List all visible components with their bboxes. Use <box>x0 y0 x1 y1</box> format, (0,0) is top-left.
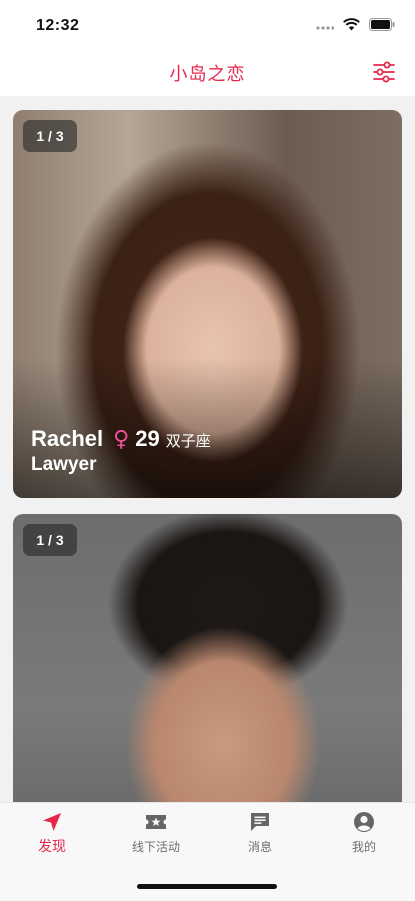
tab-me[interactable]: 我的 <box>324 811 404 855</box>
tab-offline-events[interactable]: 线下活动 <box>116 811 196 855</box>
discover-feed[interactable]: 1 / 3 Rachel ♀ 29 双子座 Lawyer 1 / 3 <box>0 96 415 802</box>
battery-icon <box>369 18 395 31</box>
sliders-icon <box>373 61 395 83</box>
filter-button[interactable] <box>371 59 397 85</box>
home-indicator <box>137 884 277 889</box>
tab-label: 消息 <box>247 840 272 854</box>
profile-card[interactable]: 1 / 3 Rachel ♀ 29 双子座 Lawyer <box>13 110 402 498</box>
user-circle-icon <box>354 812 374 832</box>
ticket-star-icon <box>146 815 166 829</box>
profile-card[interactable]: 1 / 3 <box>13 514 402 802</box>
signal-icon <box>316 25 334 30</box>
profile-job: Lawyer <box>31 454 97 475</box>
photo-counter: 1 / 3 <box>23 120 77 152</box>
profile-name: Rachel <box>31 426 104 451</box>
tab-messages[interactable]: 消息 <box>220 811 300 855</box>
status-time: 12:32 <box>36 17 80 34</box>
tab-label: 我的 <box>351 840 376 854</box>
tab-discover[interactable]: 发现 <box>12 811 92 856</box>
status-bar: 12:32 <box>0 0 415 50</box>
chat-bubble-icon <box>251 813 269 831</box>
wifi-icon <box>343 18 360 31</box>
profile-age: 29 <box>135 426 160 451</box>
profile-zodiac: 双子座 <box>165 433 211 450</box>
profile-info: Rachel ♀ 29 双子座 Lawyer <box>31 426 211 476</box>
tab-label: 线下活动 <box>131 840 180 854</box>
location-arrow-icon <box>43 813 61 831</box>
app-title: 小岛之恋 <box>169 64 246 84</box>
nav-bar: 小岛之恋 <box>0 50 415 96</box>
photo-counter: 1 / 3 <box>23 524 77 556</box>
tab-label: 发现 <box>38 838 66 854</box>
female-icon: ♀ <box>113 426 130 452</box>
status-icons <box>316 18 395 31</box>
